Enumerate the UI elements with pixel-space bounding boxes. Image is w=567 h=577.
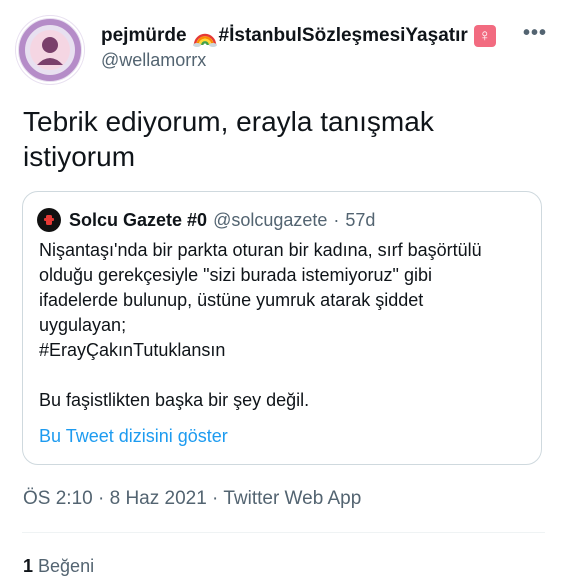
author-avatar[interactable] — [15, 15, 85, 85]
quoted-line: Bu faşistlikten başka bir şey değil. — [39, 390, 310, 410]
rainbow-icon — [192, 25, 217, 47]
quoted-author-handle: @solcugazete — [213, 209, 328, 230]
quoted-tweet[interactable]: Solcu Gazete #0 @solcugazete · 57d Nişan… — [22, 191, 542, 465]
quoted-tweet-text: Nişantaşı'nda bir parkta oturan bir kadı… — [39, 238, 519, 413]
quoted-line: ifadelerde bulunup, üstüne yumruk atarak… — [39, 290, 424, 310]
quoted-blank-line — [39, 363, 519, 388]
tweet-timestamp[interactable]: ÖS 2:10 · 8 Haz 2021 · Twitter Web App — [23, 488, 361, 510]
likes-number: 1 — [23, 556, 34, 576]
tweet-text: Tebrik ediyorum, erayla tanışmak istiyor… — [23, 106, 434, 172]
divider — [22, 532, 545, 533]
author-name-tag: #İstanbulSözleşmesiYaşatır — [218, 25, 468, 46]
female-sign-icon: ♀ — [473, 25, 496, 47]
quoted-age: 57d — [345, 209, 376, 230]
quoted-line: Nişantaşı'nda bir parkta oturan bir kadı… — [39, 240, 482, 260]
quoted-hashtag: #ErayÇakınTutuklansın — [39, 340, 226, 360]
quoted-separator: · — [333, 209, 340, 230]
more-options-icon[interactable]: ••• — [523, 22, 547, 45]
quoted-line: uygulayan; — [39, 315, 127, 335]
quoted-author-avatar — [37, 208, 61, 232]
show-thread-link[interactable]: Bu Tweet dizisini göster — [39, 426, 228, 447]
quoted-line: olduğu gerekçesiyle "sizi burada istemiy… — [39, 265, 432, 285]
quoted-author-name: Solcu Gazete #0 — [69, 209, 208, 230]
likes-label: Beğeni — [38, 556, 95, 576]
author-name[interactable]: pejmürde — [101, 24, 187, 48]
author-handle[interactable]: @wellamorrx — [101, 50, 206, 71]
quoted-tweet-header: Solcu Gazete #0 @solcugazete · 57d — [37, 208, 375, 232]
author-name-row[interactable]: pejmürde #İstanbulSözleşmesiYaşatır ♀ — [101, 24, 497, 48]
